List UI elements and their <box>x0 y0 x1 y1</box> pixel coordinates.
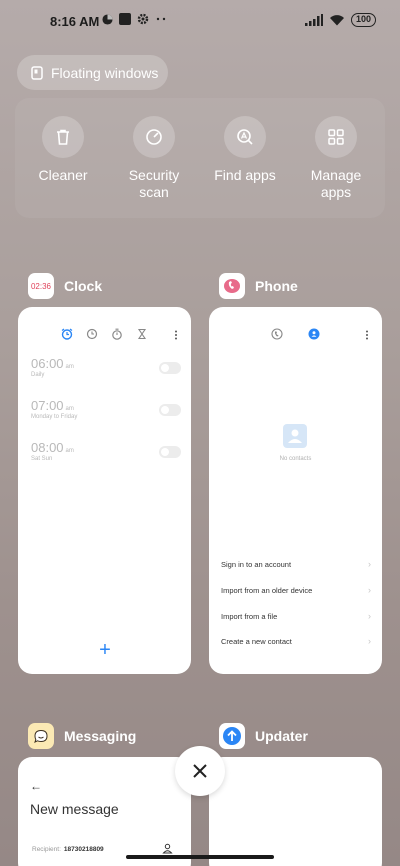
signal-icon <box>304 14 323 26</box>
phone-app-card[interactable]: No contacts Sign in to an account › Impo… <box>209 307 382 674</box>
trash-icon <box>57 129 69 145</box>
chevron-right-icon: › <box>368 611 371 621</box>
more-options-icon[interactable] <box>172 329 180 341</box>
messaging-app-card[interactable]: ← New message Recipient: 18730218809 <box>18 757 191 866</box>
sign-in-account-item[interactable]: Sign in to an account › <box>221 559 371 569</box>
floating-windows-label: Floating windows <box>51 64 159 81</box>
alarm-repeat: Sat Sun <box>31 456 53 462</box>
clock-app-header[interactable]: 02:36 Clock <box>28 273 102 299</box>
contact-placeholder-icon <box>283 424 307 448</box>
world-clock-tab-icon[interactable] <box>86 328 98 340</box>
alarm-time: 07:00 <box>31 398 64 413</box>
phone-app-header[interactable]: Phone <box>219 273 298 299</box>
phone-app-icon <box>219 273 245 299</box>
notification-icons <box>102 13 167 25</box>
security-scan-button[interactable]: Security scan <box>114 116 194 201</box>
close-icon <box>193 764 207 778</box>
square-app-icon <box>119 13 131 25</box>
updater-app-icon <box>219 723 245 749</box>
create-contact-item[interactable]: Create a new contact › <box>221 636 371 646</box>
chevron-right-icon: › <box>368 636 371 646</box>
find-apps-icon <box>237 129 253 145</box>
phone-handset-icon <box>224 279 240 293</box>
menu-item-label: Sign in to an account <box>221 560 292 569</box>
more-dots-icon <box>156 17 166 21</box>
updater-app-name: Updater <box>255 728 308 744</box>
alarm-tab-icon[interactable] <box>61 328 73 340</box>
messaging-app-icon <box>28 723 54 749</box>
alarm-row[interactable]: 06:00 am Daily <box>31 356 181 386</box>
add-contact-icon[interactable] <box>162 843 173 854</box>
find-apps-button[interactable]: Find apps <box>205 116 285 184</box>
update-arrow-icon <box>223 727 241 745</box>
alarm-row[interactable]: 07:00 am Monday to Friday <box>31 398 181 428</box>
message-bubble-icon <box>34 729 48 743</box>
cleaner-label: Cleaner <box>38 167 88 183</box>
home-indicator[interactable] <box>126 855 274 859</box>
stopwatch-tab-icon[interactable] <box>111 328 123 340</box>
clock-app-card[interactable]: 06:00 am Daily 07:00 am Monday to Friday 0… <box>18 307 191 674</box>
alarm-time: 08:00 <box>31 440 64 455</box>
updater-app-header[interactable]: Updater <box>219 723 308 749</box>
system-status-icons: 100 <box>304 13 376 27</box>
chevron-right-icon: › <box>368 559 371 569</box>
battery-indicator: 100 <box>350 13 376 27</box>
alarm-repeat: Daily <box>31 372 45 378</box>
pie-icon <box>102 13 113 25</box>
grid-icon <box>328 129 344 145</box>
find-apps-label: Find apps <box>214 167 276 183</box>
clock-app-name: Clock <box>64 278 103 294</box>
menu-item-label: Import from an older device <box>221 586 313 595</box>
menu-item-label: Create a new contact <box>221 637 292 646</box>
alarm-time: 06:00 <box>31 356 64 371</box>
clear-all-button[interactable] <box>175 746 225 796</box>
import-from-file-item[interactable]: Import from a file › <box>221 611 371 621</box>
clock-app-icon: 02:36 <box>28 273 54 299</box>
updater-app-card[interactable] <box>209 757 382 866</box>
import-older-device-item[interactable]: Import from an older device › <box>221 585 371 595</box>
security-scan-icon <box>146 129 162 145</box>
messaging-app-name: Messaging <box>64 728 137 744</box>
alarm-toggle[interactable] <box>159 404 181 416</box>
no-contacts-text: No contacts <box>279 456 312 462</box>
cleaner-button[interactable]: Cleaner <box>23 116 103 184</box>
security-scan-label: Security scan <box>128 167 180 200</box>
menu-item-label: Import from a file <box>221 612 278 621</box>
floating-window-icon <box>31 65 43 80</box>
gear-icon <box>137 13 149 25</box>
alarm-ampm: am <box>65 406 74 412</box>
more-options-icon[interactable] <box>363 329 371 341</box>
back-arrow-icon[interactable]: ← <box>30 779 42 793</box>
chevron-right-icon: › <box>368 585 371 595</box>
recipient-value: 18730218809 <box>63 846 104 853</box>
new-message-title: New message <box>30 801 119 817</box>
clock-icon-time: 02:36 <box>30 281 52 291</box>
call-log-tab-icon[interactable] <box>271 328 283 340</box>
messaging-app-header[interactable]: Messaging <box>28 723 136 749</box>
wifi-icon <box>329 15 344 26</box>
alarm-row[interactable]: 08:00 am Sat Sun <box>31 440 181 470</box>
alarm-toggle[interactable] <box>159 446 181 458</box>
manage-apps-label: Manage apps <box>310 167 362 200</box>
recipient-label: Recipient: <box>32 846 61 853</box>
alarm-ampm: am <box>65 448 74 454</box>
recipient-field[interactable]: Recipient: 18730218809 <box>32 846 104 853</box>
add-alarm-button[interactable]: + <box>95 640 115 661</box>
contacts-tab-icon[interactable] <box>308 328 320 340</box>
manage-apps-button[interactable]: Manage apps <box>296 116 376 201</box>
alarm-ampm: am <box>65 364 74 370</box>
clock-tabs <box>18 328 191 342</box>
floating-windows-button[interactable]: Floating windows <box>17 55 168 90</box>
phone-app-name: Phone <box>255 278 298 294</box>
status-bar: 8:16 AM 100 <box>0 0 400 44</box>
alarm-repeat: Monday to Friday <box>31 414 78 420</box>
alarm-toggle[interactable] <box>159 362 181 374</box>
status-time: 8:16 AM <box>50 14 100 29</box>
timer-tab-icon[interactable] <box>136 328 148 340</box>
